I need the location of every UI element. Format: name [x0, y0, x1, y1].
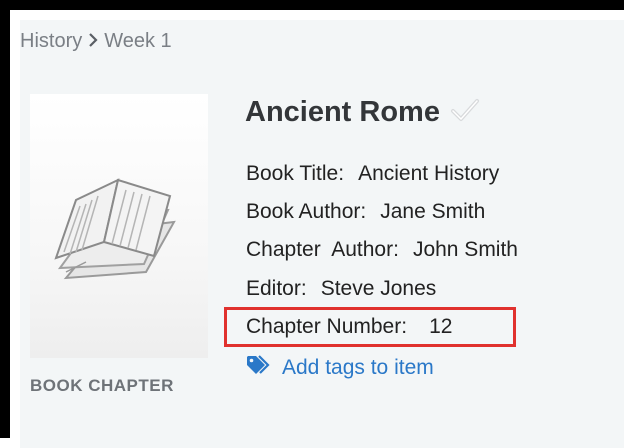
item-title[interactable]: Ancient Rome — [245, 96, 440, 129]
editor-row: Editor: Steve Jones — [246, 277, 436, 301]
add-tags-label: Add tags to item — [282, 356, 434, 379]
title-row: Ancient Rome — [245, 96, 480, 129]
chapter-author-label: Chapter Author: — [246, 238, 399, 261]
chapter-author-row: Chapter Author: John Smith — [246, 238, 518, 262]
book-author-value: Jane Smith — [380, 200, 486, 223]
item-thumbnail[interactable] — [30, 94, 208, 358]
book-title-label: Book Title: — [246, 162, 345, 185]
open-book-icon — [54, 178, 176, 280]
breadcrumb: History Week 1 — [20, 30, 172, 53]
book-title-row: Book Title: Ancient History — [246, 162, 499, 186]
editor-value: Steve Jones — [320, 277, 437, 300]
book-title-value: Ancient History — [358, 162, 500, 185]
book-author-label: Book Author: — [246, 200, 367, 223]
chevron-right-icon — [88, 30, 98, 53]
chapter-number-highlight-box — [224, 307, 516, 347]
tag-icon — [246, 354, 272, 382]
checkmark-icon — [450, 98, 480, 127]
item-type-label: BOOK CHAPTER — [30, 376, 174, 395]
breadcrumb-current[interactable]: Week 1 — [104, 30, 171, 53]
book-author-row: Book Author: Jane Smith — [246, 200, 485, 224]
editor-label: Editor: — [246, 277, 307, 300]
breadcrumb-parent-link[interactable]: History — [20, 30, 82, 53]
add-tags-link[interactable]: Add tags to item — [246, 354, 434, 382]
chapter-author-value: John Smith — [412, 238, 518, 261]
